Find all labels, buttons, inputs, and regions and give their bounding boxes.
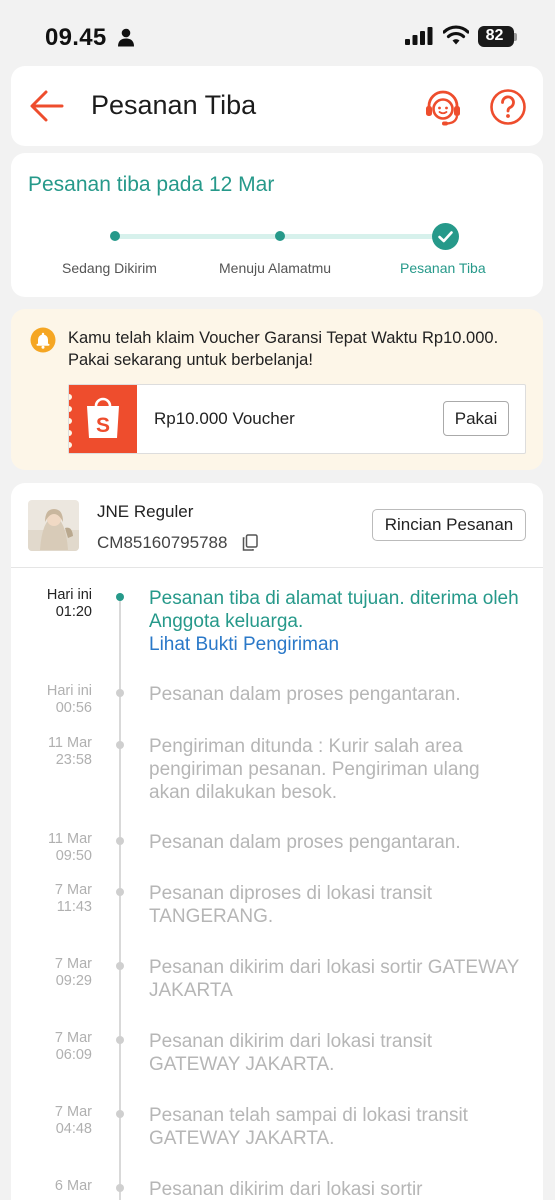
- voucher-card[interactable]: S Rp10.000 Voucher Pakai: [66, 384, 526, 454]
- step-check-icon: [432, 223, 459, 250]
- person-icon: [118, 28, 134, 47]
- use-voucher-button[interactable]: Pakai: [443, 401, 509, 436]
- step-label-on-the-way: Menuju Alamatmu: [219, 260, 332, 276]
- event-dot: [116, 888, 124, 896]
- event-dot: [116, 1110, 124, 1118]
- battery-indicator: 82: [478, 26, 514, 47]
- event-dot: [116, 741, 124, 749]
- svg-text:S: S: [96, 414, 110, 437]
- event-dot: [116, 1036, 124, 1044]
- shopping-bag-icon: S: [66, 394, 119, 448]
- event-dot: [116, 962, 124, 970]
- event-date: 7 Mar 06:09: [54, 1030, 92, 1063]
- event-description: Pesanan dikirim dari lokasi sortir: [149, 1179, 423, 1200]
- signal-icon: [405, 27, 433, 45]
- battery-cap: [514, 33, 517, 41]
- copy-icon[interactable]: [242, 534, 258, 551]
- event-description: Pesanan tiba di alamat tujuan. diterima …: [149, 588, 519, 632]
- timeline-line: [119, 593, 121, 1200]
- headset-chat-icon[interactable]: [423, 87, 463, 127]
- step-dot-shipping: [110, 231, 120, 241]
- event-date: 11 Mar 23:58: [47, 735, 92, 768]
- bell-icon: [30, 327, 56, 353]
- event-dot: [116, 593, 124, 601]
- delivery-proof-link[interactable]: Lihat Bukti Pengiriman: [149, 634, 339, 656]
- event-description: Pengiriman ditunda : Kurir salah area pe…: [149, 736, 480, 803]
- delivery-progress: Pesanan tiba pada 12 Mar Sedang Dikirim …: [11, 153, 543, 297]
- event-date: 7 Mar 04:48: [54, 1104, 92, 1137]
- page-title: Pesanan Tiba: [91, 90, 257, 120]
- tracking-number: CM85160795788: [97, 533, 228, 552]
- arrival-status: Pesanan tiba pada 12 Mar: [28, 173, 275, 196]
- step-dot-on-the-way: [275, 231, 285, 241]
- event-description: Pesanan dikirim dari lokasi transit GATE…: [149, 1031, 433, 1075]
- event-description: Pesanan dalam proses pengantaran.: [149, 832, 461, 853]
- event-date: 7 Mar 11:43: [54, 882, 92, 915]
- event-description: Pesanan dalam proses pengantaran.: [149, 684, 461, 705]
- status-time: 09.45: [45, 24, 107, 51]
- courier-name: JNE Reguler: [97, 502, 194, 521]
- order-detail-button[interactable]: Rincian Pesanan: [372, 509, 526, 541]
- wifi-icon: [443, 25, 469, 45]
- voucher-banner: Kamu telah klaim Voucher Garansi Tepat W…: [11, 309, 543, 470]
- event-dot: [116, 689, 124, 697]
- event-date: Hari ini 00:56: [46, 683, 92, 716]
- product-thumbnail: [28, 500, 79, 551]
- divider: [11, 567, 543, 568]
- battery-level: 82: [485, 27, 504, 44]
- event-dot: [116, 837, 124, 845]
- event-date: Hari ini 01:20: [46, 587, 92, 620]
- progress-segment-2: [280, 234, 436, 239]
- voucher-amount: Rp10.000 Voucher: [154, 409, 295, 428]
- header-bar: Pesanan Tiba: [11, 66, 543, 146]
- status-bar: 09.45 82: [0, 0, 555, 66]
- event-description: Pesanan diproses di lokasi transit TANGE…: [149, 883, 433, 927]
- event-date: 7 Mar 09:29: [54, 956, 92, 989]
- progress-segment-1: [115, 234, 280, 239]
- event-description: Pesanan dikirim dari lokasi sortir GATEW…: [149, 957, 519, 1001]
- step-label-arrived: Pesanan Tiba: [400, 260, 486, 276]
- event-date: 6 Mar: [54, 1178, 92, 1194]
- event-date: 11 Mar 09:50: [47, 831, 92, 864]
- event-dot: [116, 1184, 124, 1192]
- shipping-card: JNE Reguler CM85160795788 Rincian Pesana…: [11, 483, 543, 1200]
- event-description: Pesanan telah sampai di lokasi transit G…: [149, 1105, 468, 1149]
- voucher-stub: S: [66, 385, 137, 453]
- back-arrow-icon[interactable]: [29, 89, 65, 123]
- question-circle-icon[interactable]: [489, 88, 527, 126]
- voucher-message: Kamu telah klaim Voucher Garansi Tepat W…: [68, 329, 499, 369]
- step-label-shipping: Sedang Dikirim: [62, 260, 157, 276]
